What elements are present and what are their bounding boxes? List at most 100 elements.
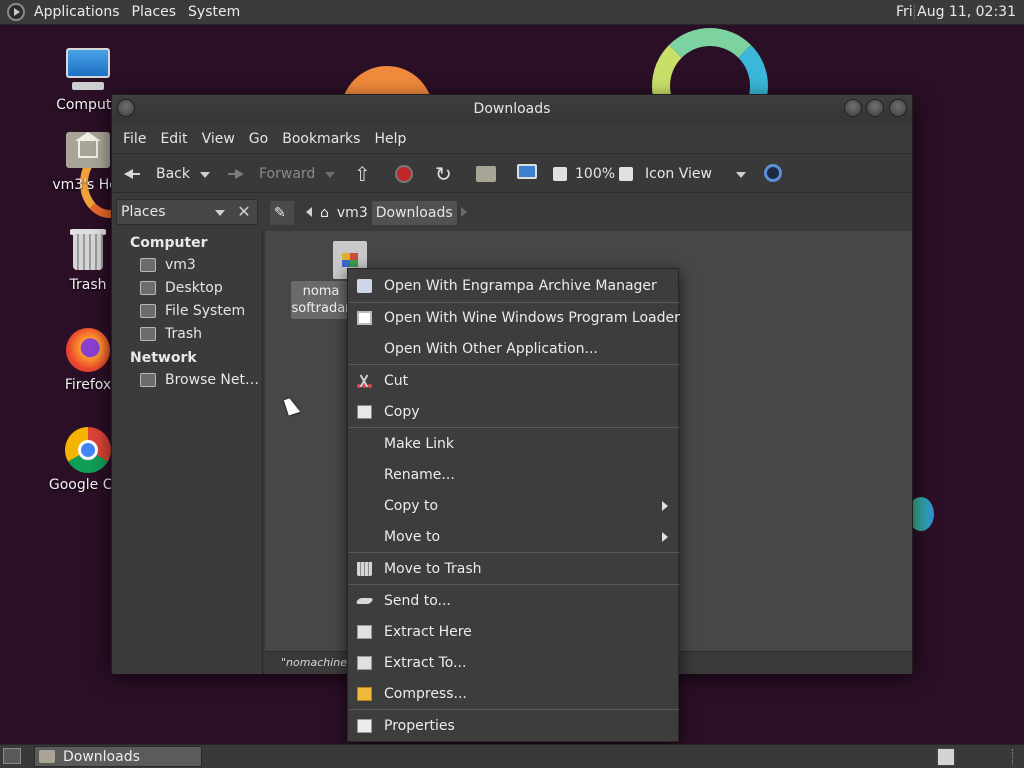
computer-icon[interactable] bbox=[517, 164, 537, 179]
sidebar-item-browse-network[interactable]: Browse Net… bbox=[140, 369, 259, 391]
show-desktop-icon[interactable] bbox=[3, 748, 21, 764]
zoom-in-icon[interactable] bbox=[619, 167, 633, 181]
forward-arrow-icon[interactable] bbox=[226, 164, 246, 184]
sidebar-item-file-system[interactable]: File System bbox=[140, 300, 245, 322]
window-icon bbox=[357, 311, 372, 325]
forward-history-dropdown[interactable] bbox=[325, 172, 335, 178]
trash-icon bbox=[140, 327, 156, 341]
ctx-label: Make Link bbox=[384, 436, 454, 452]
ctx-move-to[interactable]: Move to bbox=[348, 522, 678, 552]
taskbar-window-downloads[interactable]: Downloads bbox=[34, 746, 202, 767]
menubar: File Edit View Go Bookmarks Help bbox=[112, 124, 912, 153]
breadcrumb-back-arrow[interactable] bbox=[302, 201, 316, 225]
stop-icon[interactable] bbox=[395, 165, 413, 183]
ctx-make-link[interactable]: Make Link bbox=[348, 429, 678, 459]
minimize-button[interactable] bbox=[844, 99, 862, 117]
sidebar-item-vm3[interactable]: vm3 bbox=[140, 254, 196, 276]
window-titlebar[interactable]: Downloads bbox=[112, 95, 912, 124]
ctx-send-to[interactable]: Send to... bbox=[348, 586, 678, 616]
menu-separator bbox=[349, 584, 679, 585]
workspace-switcher[interactable] bbox=[937, 748, 955, 766]
breadcrumb-downloads[interactable]: Downloads bbox=[371, 201, 457, 225]
network-icon bbox=[140, 373, 156, 387]
menu-separator bbox=[349, 364, 679, 365]
ctx-copy-to[interactable]: Copy to bbox=[348, 491, 678, 521]
taskbar-window-label: Downloads bbox=[63, 749, 140, 765]
context-menu: Open With Engrampa Archive Manager Open … bbox=[347, 268, 680, 742]
breadcrumb-vm3[interactable]: vm3 bbox=[333, 201, 372, 225]
submenu-arrow-icon bbox=[662, 532, 668, 542]
window-menu-icon[interactable] bbox=[117, 99, 135, 117]
distro-logo-icon[interactable] bbox=[7, 3, 25, 21]
ctx-open-with-other[interactable]: Open With Other Application... bbox=[348, 334, 678, 364]
back-arrow-icon[interactable] bbox=[122, 164, 142, 184]
home-folder-icon bbox=[140, 258, 156, 272]
ctx-copy[interactable]: Copy bbox=[348, 397, 678, 427]
file-item-label[interactable]: noma softradar bbox=[291, 281, 351, 319]
ctx-open-with-wine[interactable]: Open With Wine Windows Program Loader bbox=[348, 303, 680, 333]
location-bar: Places ✕ ✎ ⌂ vm3 Downloads bbox=[112, 195, 912, 231]
menu-go[interactable]: Go bbox=[242, 131, 275, 147]
sidebar-heading-computer: Computer bbox=[130, 235, 208, 251]
sidebar-item-label: Trash bbox=[165, 326, 202, 342]
forward-button[interactable]: Forward bbox=[259, 154, 315, 194]
ctx-label: Copy to bbox=[384, 498, 439, 514]
send-icon bbox=[355, 598, 374, 604]
maximize-button[interactable] bbox=[866, 99, 884, 117]
sidebar-item-label: Browse Net… bbox=[165, 372, 260, 388]
sidebar-item-label: File System bbox=[165, 303, 246, 319]
back-button[interactable]: Back bbox=[156, 154, 190, 194]
ctx-open-with-engrampa[interactable]: Open With Engrampa Archive Manager bbox=[348, 271, 678, 301]
chevron-right-icon bbox=[460, 207, 467, 217]
chevron-down-icon bbox=[215, 210, 225, 216]
menu-help[interactable]: Help bbox=[367, 131, 413, 147]
zoom-out-icon[interactable] bbox=[553, 167, 567, 181]
sidebar-item-desktop[interactable]: Desktop bbox=[140, 277, 223, 299]
panel-separator bbox=[1012, 749, 1014, 765]
menu-file[interactable]: File bbox=[116, 131, 153, 147]
ctx-rename[interactable]: Rename... bbox=[348, 460, 678, 490]
ctx-compress[interactable]: Compress... bbox=[348, 679, 678, 709]
system-menu[interactable]: System bbox=[182, 0, 246, 25]
ctx-label: Cut bbox=[384, 373, 409, 389]
back-history-dropdown[interactable] bbox=[200, 172, 210, 178]
up-icon[interactable]: ⇧ bbox=[354, 164, 374, 184]
ctx-cut[interactable]: Cut bbox=[348, 366, 678, 396]
menu-view[interactable]: View bbox=[195, 131, 242, 147]
ctx-extract-to[interactable]: Extract To... bbox=[348, 648, 678, 678]
ctx-label: Extract To... bbox=[384, 655, 467, 671]
ctx-label: Extract Here bbox=[384, 624, 472, 640]
clock[interactable]: Fri Aug 11, 02:31 bbox=[896, 0, 1016, 25]
ctx-label: Copy bbox=[384, 404, 420, 420]
ctx-label: Send to... bbox=[384, 593, 451, 609]
sidebar-item-trash[interactable]: Trash bbox=[140, 323, 202, 345]
places-sidebar: Computer vm3 Desktop File System Trash N… bbox=[113, 231, 263, 674]
scissors-icon bbox=[357, 374, 372, 388]
sidebar-item-label: vm3 bbox=[165, 257, 196, 273]
places-menu[interactable]: Places bbox=[126, 0, 183, 25]
file-label-line2: softradar bbox=[291, 301, 351, 316]
home-folder-icon bbox=[64, 126, 112, 174]
applications-menu[interactable]: Applications bbox=[28, 0, 126, 25]
ctx-properties[interactable]: Properties bbox=[348, 711, 678, 741]
view-mode-select[interactable]: Icon View bbox=[645, 154, 712, 194]
breadcrumb-home-icon[interactable]: ⌂ bbox=[316, 201, 333, 225]
edit-location-icon[interactable]: ✎ bbox=[270, 201, 294, 225]
menu-bookmarks[interactable]: Bookmarks bbox=[275, 131, 367, 147]
ctx-move-to-trash[interactable]: Move to Trash bbox=[348, 554, 678, 584]
search-icon[interactable] bbox=[764, 164, 782, 182]
breadcrumb-forward-arrow[interactable] bbox=[457, 201, 471, 225]
bottom-panel: Downloads bbox=[0, 744, 1024, 768]
menu-edit[interactable]: Edit bbox=[153, 131, 194, 147]
view-mode-dropdown[interactable] bbox=[736, 172, 746, 178]
archive-icon bbox=[357, 279, 372, 293]
sidebar-item-label: Desktop bbox=[165, 280, 223, 296]
menu-separator bbox=[349, 427, 679, 428]
ctx-label: Rename... bbox=[384, 467, 455, 483]
chevron-left-icon bbox=[306, 207, 312, 217]
reload-icon[interactable]: ↻ bbox=[435, 164, 455, 184]
home-icon[interactable] bbox=[476, 166, 496, 182]
close-button[interactable] bbox=[889, 99, 907, 117]
close-sidebar-icon[interactable]: ✕ bbox=[233, 199, 255, 225]
ctx-extract-here[interactable]: Extract Here bbox=[348, 617, 678, 647]
